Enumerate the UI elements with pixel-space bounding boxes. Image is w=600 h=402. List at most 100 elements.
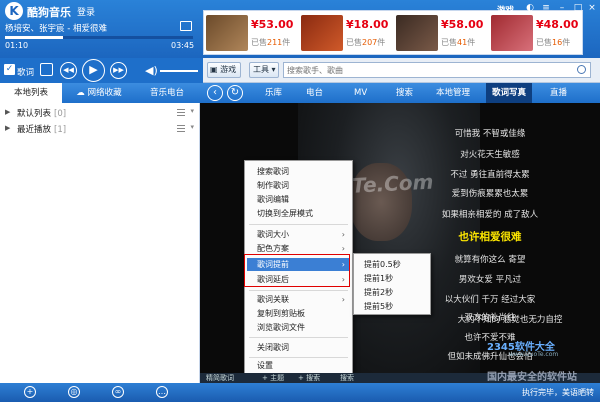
menu-separator — [249, 337, 348, 338]
playlist-name: 最近播放 — [17, 125, 52, 135]
lyric-line: 如果相亲相爱的 成了敌人 — [441, 210, 539, 220]
locate-icon[interactable]: ◎ — [68, 386, 80, 398]
highlight-annotation — [244, 254, 350, 287]
ad-price: ¥53.00 — [251, 18, 294, 31]
main-nav: ‹ ↻ 乐库 电台 MV 搜索 本地管理 歌词写真 直播 — [200, 83, 600, 103]
search-box — [283, 62, 591, 78]
left-tabs: 本地列表 ☁ 网络收藏 音乐电台 — [0, 83, 200, 103]
ad-image — [206, 15, 248, 51]
login-link[interactable]: 登录 — [77, 5, 95, 18]
nav-radio[interactable]: 电台 — [306, 83, 323, 103]
ad-sold: 已售16件 — [536, 38, 571, 47]
nav-local-manage[interactable]: 本地管理 — [436, 83, 470, 103]
cloud-icon: ☁ — [76, 88, 88, 98]
tools-button[interactable]: 工具 ▾ — [249, 62, 279, 78]
ad-item[interactable]: ¥18.00 已售207件 — [299, 11, 394, 54]
menu-separator — [249, 357, 348, 358]
menu-icon[interactable]: ≡ — [540, 3, 552, 13]
collapse-icon: ▶ — [5, 124, 11, 132]
lyric-line: 男欢女爱 平凡过 — [458, 275, 522, 285]
menu-item-search-lyrics[interactable]: 搜索歌词 — [247, 165, 350, 178]
gamepad-icon: ▣ — [210, 65, 221, 74]
submenu-item[interactable]: 提前0.5秒 — [356, 258, 428, 271]
menu-item-lyric-size[interactable]: 歌词大小 › — [247, 228, 350, 241]
volume-icon[interactable]: ◀) — [145, 64, 158, 77]
minimize-icon[interactable]: – — [556, 3, 568, 13]
search-add-button[interactable]: + 搜索 — [298, 373, 320, 383]
nav-mv[interactable]: MV — [354, 83, 367, 103]
play-button[interactable]: ▶ — [82, 59, 105, 82]
list-menu-icon[interactable] — [177, 109, 185, 116]
search-icon[interactable] — [577, 65, 586, 74]
playlist-count: [0] — [54, 109, 67, 119]
next-button[interactable]: ▶▶ — [110, 62, 127, 79]
playlist-row[interactable]: ▶ 默认列表 [0] ▾ — [0, 105, 199, 121]
volume-slider[interactable] — [160, 70, 198, 72]
prev-button[interactable]: ◀◀ — [60, 62, 77, 79]
submenu-item[interactable]: 提前2秒 — [356, 286, 428, 299]
lyric-line: 对火花天生敏感 — [460, 150, 520, 160]
lyric-line: 不过 勇往直前得太累 — [450, 170, 530, 180]
lyric-line: 爱到伤痕累累也太累 — [451, 189, 529, 199]
current-time: 01:10 — [5, 41, 29, 50]
ad-item[interactable]: ¥48.00 已售16件 — [489, 11, 584, 54]
maximize-icon[interactable]: □ — [572, 3, 584, 13]
menu-item-copy[interactable]: 复制到剪贴板 — [247, 307, 350, 320]
submenu-item[interactable]: 提前1秒 — [356, 272, 428, 285]
progress-bar[interactable] — [5, 36, 193, 39]
share-icon[interactable] — [180, 21, 192, 31]
ad-sold: 已售41件 — [441, 38, 476, 47]
tab-local-list[interactable]: 本地列表 — [0, 83, 62, 103]
status-text: 执行完毕，美语晒转 — [522, 388, 594, 397]
skin-icon[interactable]: ◐ — [524, 3, 536, 13]
ad-strip: ¥53.00 已售211件 ¥18.00 已售207件 ¥58.00 已售41件… — [203, 10, 583, 55]
menu-item-settings[interactable]: 设置 — [247, 359, 350, 372]
game-link[interactable]: 游戏 — [497, 4, 514, 16]
menu-item-browse-file[interactable]: 浏览歌词文件 — [247, 321, 350, 334]
refresh-icon[interactable]: ↻ — [227, 85, 243, 101]
close-icon[interactable]: × — [586, 3, 598, 13]
site-watermark: 国内最安全的软件站 — [487, 372, 577, 383]
nav-live[interactable]: 直播 — [550, 83, 567, 103]
ad-price: ¥58.00 — [441, 18, 484, 31]
nav-lyrics-photo[interactable]: 歌词写真 — [486, 83, 533, 103]
ad-item[interactable]: ¥53.00 已售211件 — [204, 11, 299, 54]
advance-submenu: 提前0.5秒 提前1秒 提前2秒 提前5秒 — [353, 253, 431, 315]
ad-item[interactable]: ¥58.00 已售41件 — [394, 11, 489, 54]
ad-sold: 已售207件 — [346, 38, 386, 47]
chevron-down-icon: ▾ — [269, 65, 276, 74]
menu-item-close-lyrics[interactable]: 关闭歌词 — [247, 341, 350, 354]
lyric-line: 就算有你这么 寄望 — [454, 255, 526, 265]
nav-search[interactable]: 搜索 — [396, 83, 413, 103]
tab-net-favorites[interactable]: ☁ 网络收藏 — [66, 83, 132, 103]
list-menu-icon[interactable] — [177, 125, 185, 132]
lyric-line: 大约不知的 感觉也无力自控 — [457, 315, 563, 325]
playlist-row[interactable]: ▶ 最近播放 [1] ▾ — [0, 121, 199, 137]
site-url: www.DuoTe.com — [509, 351, 559, 358]
loop-icon[interactable]: ∞ — [112, 386, 124, 398]
search-input[interactable] — [287, 64, 567, 76]
add-icon[interactable]: + — [24, 386, 36, 398]
nav-library[interactable]: 乐库 — [265, 83, 282, 103]
lyric-checkbox[interactable]: ✓ — [4, 64, 15, 75]
back-arrow-icon[interactable]: ‹ — [207, 85, 223, 101]
tab-radio[interactable]: 音乐电台 — [134, 83, 200, 103]
chevron-down-icon[interactable]: ▾ — [190, 107, 194, 115]
menu-item-edit-lyrics[interactable]: 歌词编辑 — [247, 193, 350, 206]
search-button[interactable]: 搜索 — [340, 373, 354, 383]
ad-sold: 已售211件 — [251, 38, 291, 47]
menu-item-make-lyrics[interactable]: 制作歌词 — [247, 179, 350, 192]
progress-fill — [5, 36, 64, 39]
submenu-arrow-icon: › — [341, 295, 345, 304]
more-icon[interactable]: … — [156, 386, 168, 398]
chevron-down-icon[interactable]: ▾ — [190, 123, 194, 131]
menu-item-fullscreen[interactable]: 切换到全屏模式 — [247, 207, 350, 220]
desktop-lyric-icon[interactable] — [40, 63, 53, 76]
submenu-item[interactable]: 提前5秒 — [356, 300, 428, 313]
game-button[interactable]: ▣ 游戏 — [207, 62, 241, 78]
player-controls: ✓ 歌词 ◀◀ ▶ ▶▶ ◀) — [0, 58, 203, 83]
menu-item-lyric-link[interactable]: 歌词关联 › — [247, 293, 350, 306]
ad-image — [396, 15, 438, 51]
theme-button[interactable]: + 主题 — [262, 373, 284, 383]
simple-lyrics-button[interactable]: 精简歌词 — [206, 373, 234, 383]
